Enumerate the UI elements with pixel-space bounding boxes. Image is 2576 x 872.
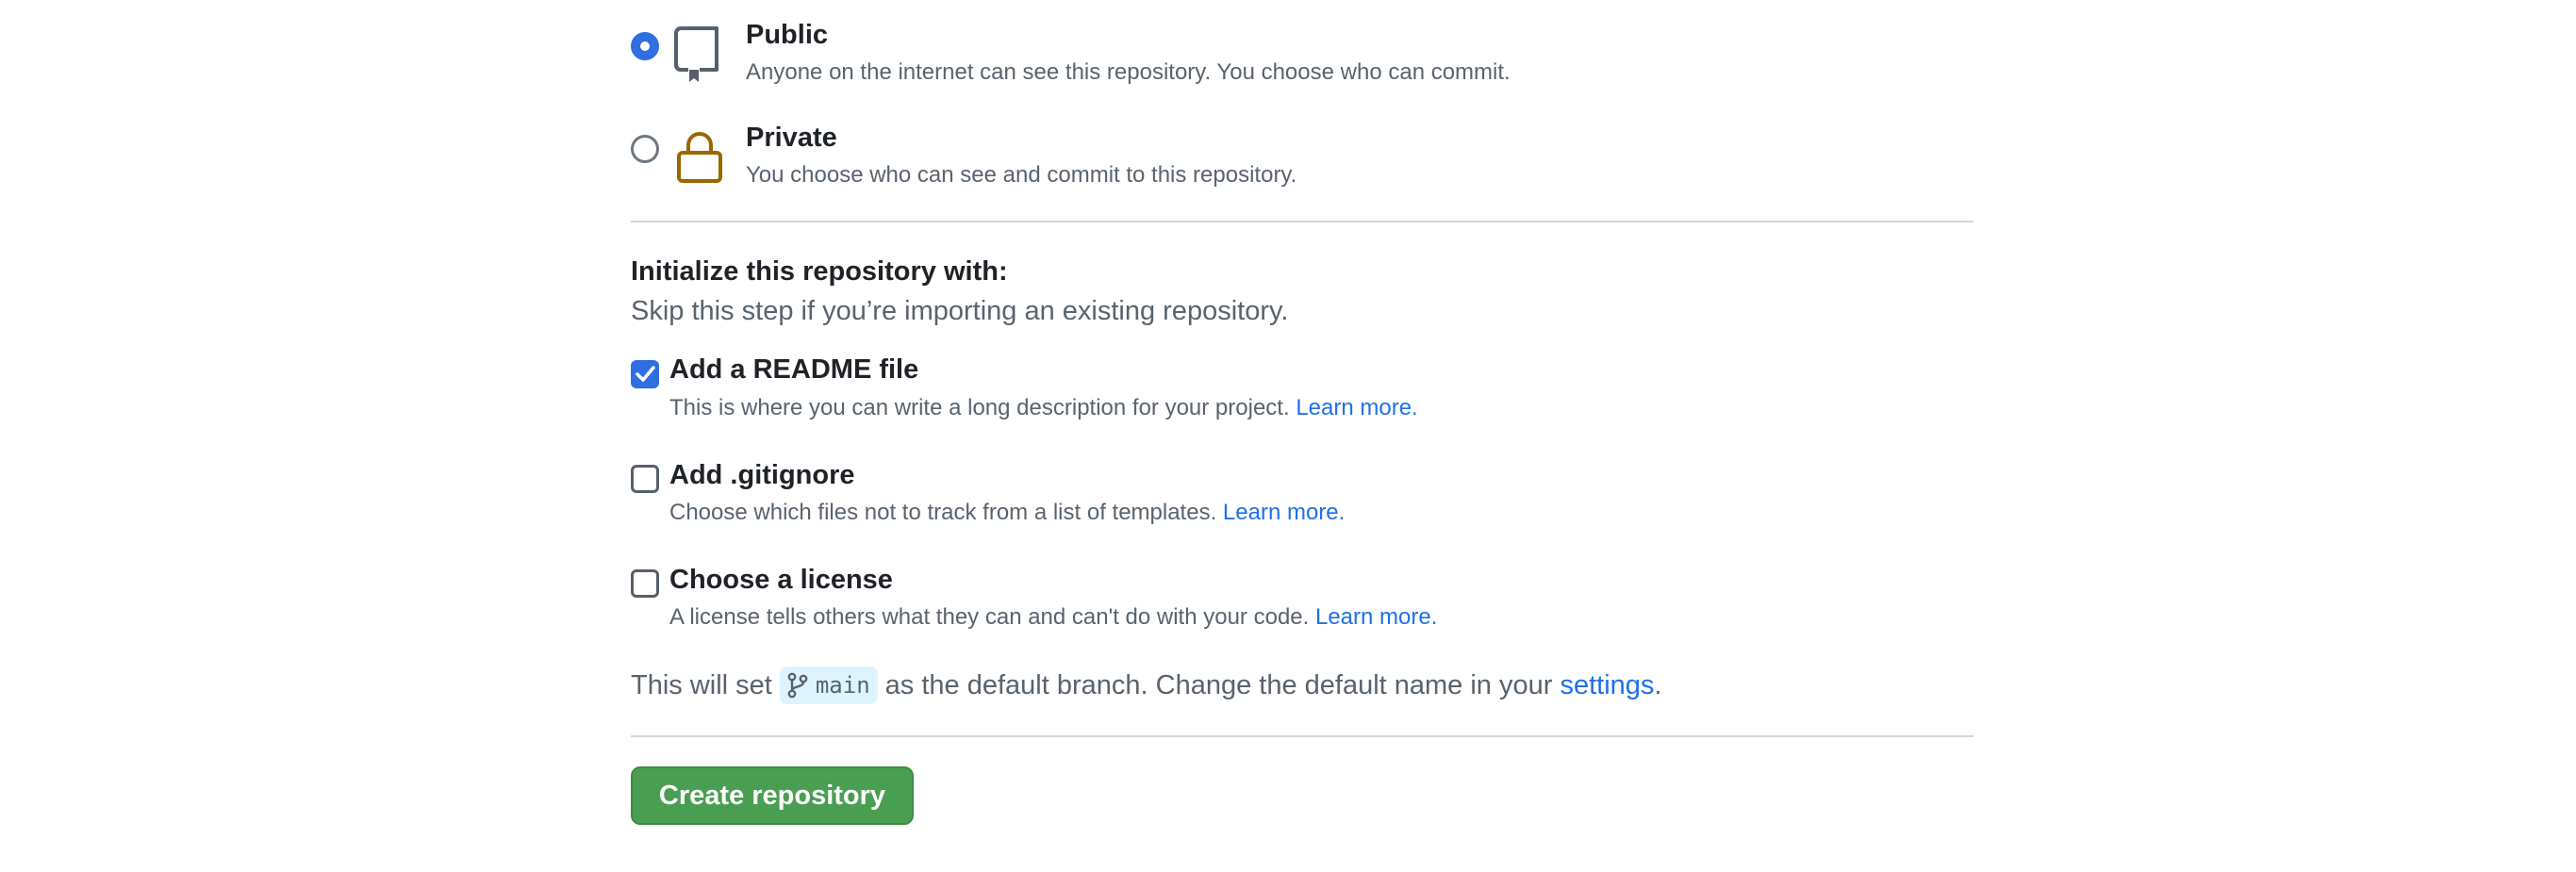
branch-note-middle: as the default branch. Change the defaul… — [884, 669, 1553, 700]
divider-bottom — [631, 735, 1973, 737]
private-label: Private — [746, 123, 837, 153]
branch-note-prefix: This will set — [631, 669, 772, 700]
git-branch-icon — [787, 672, 808, 699]
branch-name: main — [815, 672, 870, 699]
public-radio[interactable] — [631, 32, 659, 60]
readme-learn-more-link[interactable]: Learn more. — [1296, 395, 1417, 420]
gitignore-checkbox[interactable] — [631, 465, 659, 493]
private-description: You choose who can see and commit to thi… — [746, 162, 1297, 188]
license-description-text: A license tells others what they can and… — [669, 604, 1310, 630]
divider — [631, 221, 1973, 222]
initialize-subtitle: Skip this step if you’re importing an ex… — [631, 296, 1289, 326]
license-learn-more-link[interactable]: Learn more. — [1315, 604, 1437, 630]
gitignore-label: Add .gitignore — [669, 460, 855, 490]
branch-pill: main — [779, 666, 878, 704]
default-branch-note: This will set main as the default branch… — [631, 666, 1662, 705]
gitignore-description-text: Choose which files not to track from a l… — [669, 500, 1217, 525]
create-repository-button[interactable]: Create repository — [631, 766, 914, 825]
public-description: Anyone on the internet can see this repo… — [746, 59, 1511, 85]
readme-description-text: This is where you can write a long descr… — [669, 395, 1290, 420]
initialize-title: Initialize this repository with: — [631, 256, 1008, 287]
lock-icon — [675, 128, 724, 185]
check-icon — [636, 366, 655, 382]
settings-link[interactable]: settings — [1560, 670, 1654, 701]
repo-icon — [673, 23, 722, 85]
readme-label: Add a README file — [669, 354, 919, 385]
license-description: A license tells others what they can and… — [669, 603, 1437, 632]
public-label: Public — [746, 20, 829, 50]
license-label: Choose a license — [669, 565, 893, 595]
gitignore-learn-more-link[interactable]: Learn more. — [1223, 500, 1345, 525]
readme-checkbox[interactable] — [631, 360, 659, 388]
license-checkbox[interactable] — [631, 569, 659, 598]
private-radio[interactable] — [631, 135, 659, 163]
branch-note-suffix: . — [1654, 669, 1662, 700]
readme-description: This is where you can write a long descr… — [669, 394, 1418, 422]
gitignore-description: Choose which files not to track from a l… — [669, 499, 1345, 527]
